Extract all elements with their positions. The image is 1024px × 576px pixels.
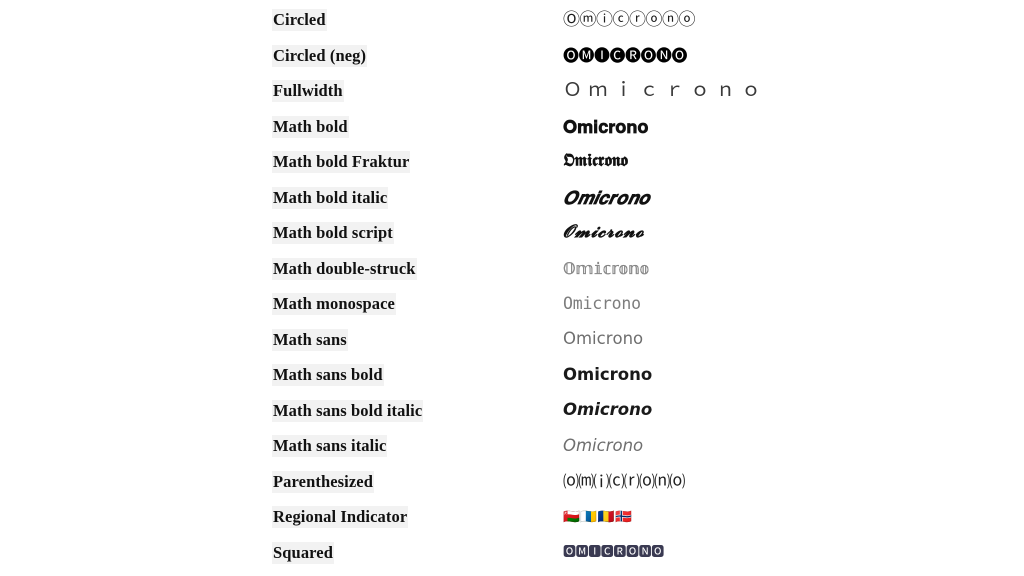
variant-sample-text[interactable]: 𝙊𝙢𝙞𝙘𝙧𝙤𝙣𝙤 — [563, 400, 652, 421]
variant-row: Math sans bold 𝗢𝗺𝗶𝗰𝗿𝗼𝗻𝗼 — [0, 358, 1024, 394]
variant-sample-cell[interactable]: Ｏｍｉｃｒｏｎｏ — [563, 74, 767, 110]
variant-row: Parenthesized ⒪⒨⒤⒞⒭⒪⒩⒪ — [0, 464, 1024, 500]
variant-row: Math bold script 𝓞𝓶𝓲𝓬𝓻𝓸𝓷𝓸 — [0, 216, 1024, 252]
variant-name-label: Circled — [272, 9, 327, 32]
variant-row: Squared 🅾🅼🅸🅲🆁🅾🅽🅾 — [0, 535, 1024, 571]
variant-sample-cell[interactable]: 𝕆𝕞𝕚𝕔𝕣𝕠𝕟𝕠 — [563, 251, 650, 287]
variant-name-label: Parenthesized — [272, 470, 374, 493]
variant-sample-cell[interactable]: 𝖮𝗆𝗂𝖼𝗋𝗈𝗇𝗈 — [563, 322, 643, 358]
variant-sample-cell[interactable]: 𝙾𝚖𝚒𝚌𝚛𝚘𝚗𝚘 — [563, 287, 641, 323]
variant-sample-cell[interactable]: 𝘖𝘮𝘪𝘤𝘳𝘰𝘯𝘰 — [563, 429, 643, 465]
variant-sample-text[interactable]: 𝗢𝗺𝗶𝗰𝗿𝗼𝗻𝗼 — [563, 365, 652, 386]
variant-sample-cell[interactable]: 🅾🅼🅸🅲🆁🅾🅽🅾 — [563, 535, 664, 571]
variant-sample-text[interactable]: 𝕺𝖒𝖎𝖈𝖗𝖔𝖓𝖔 — [563, 151, 628, 173]
variant-sample-text[interactable]: 𝕆𝕞𝕚𝕔𝕣𝕠𝕟𝕠 — [563, 259, 650, 279]
variant-sample-text[interactable]: 🇴🇲🇮🇨🇷🇴🇳🇴 — [563, 509, 633, 526]
variant-sample-cell[interactable]: 𝙊𝙢𝙞𝙘𝙧𝙤𝙣𝙤 — [563, 393, 652, 429]
variant-name-cell: Circled — [272, 3, 327, 39]
variant-row: Math bold italic 𝑶𝒎𝒊𝒄𝒓𝒐𝒏𝒐 — [0, 180, 1024, 216]
variant-name-label: Regional Indicator — [272, 506, 409, 529]
variant-sample-text[interactable]: 𝙾𝚖𝚒𝚌𝚛𝚘𝚗𝚘 — [563, 294, 641, 315]
variant-sample-cell[interactable]: 𝕺𝖒𝖎𝖈𝖗𝖔𝖓𝖔 — [563, 145, 630, 181]
variant-row: Circled (neg) 🅞🅜🅘🅒🅡🅞🅝🅞 — [0, 38, 1024, 74]
variant-name-label: Squared — [272, 541, 335, 564]
variant-sample-cell[interactable]: 🇴🇲🇮🇨🇷🇴🇳🇴 — [563, 500, 633, 536]
variant-name-cell: Regional Indicator — [272, 500, 409, 536]
variant-name-cell: Math bold script — [272, 216, 394, 252]
variant-name-cell: Math bold Fraktur — [272, 145, 411, 181]
variant-name-cell: Math sans italic — [272, 429, 388, 465]
variant-sample-text[interactable]: 🅞🅜🅘🅒🅡🅞🅝🅞 — [563, 46, 688, 66]
variant-row: Math bold Fraktur 𝕺𝖒𝖎𝖈𝖗𝖔𝖓𝖔 — [0, 145, 1024, 181]
variant-sample-cell[interactable]: 𝗢𝗺𝗶𝗰𝗿𝗼𝗻𝗼 — [563, 358, 652, 394]
variant-name-cell: Math bold italic — [272, 180, 389, 216]
variant-row: Math sans bold italic 𝙊𝙢𝙞𝙘𝙧𝙤𝙣𝙤 — [0, 393, 1024, 429]
variant-sample-cell[interactable]: 𝐎𝐦𝐢𝐜𝐫𝐨𝐧𝐨 — [563, 109, 648, 145]
variant-sample-cell[interactable]: Ⓞⓜⓘⓒⓡⓞⓝⓞ — [563, 3, 696, 39]
variant-name-label: Math bold Fraktur — [272, 151, 411, 174]
variant-sample-text[interactable]: 𝑶𝒎𝒊𝒄𝒓𝒐𝒏𝒐 — [563, 187, 649, 210]
variant-name-cell: Fullwidth — [272, 74, 344, 110]
variant-sample-cell[interactable]: 🅞🅜🅘🅒🅡🅞🅝🅞 — [563, 38, 688, 74]
variant-name-label: Fullwidth — [272, 80, 344, 103]
variant-name-cell: Math double-struck — [272, 251, 417, 287]
variant-row: Regional Indicator 🇴🇲🇮🇨🇷🇴🇳🇴 — [0, 500, 1024, 536]
variant-row: Fullwidth Ｏｍｉｃｒｏｎｏ — [0, 74, 1024, 110]
variant-name-cell: Math sans bold italic — [272, 393, 424, 429]
text-variant-table: Circled Ⓞⓜⓘⓒⓡⓞⓝⓞ Circled (neg) 🅞🅜🅘🅒🅡🅞🅝🅞 Full… — [0, 0, 1024, 576]
variant-name-label: Math sans bold — [272, 364, 384, 387]
variant-row: Circled Ⓞⓜⓘⓒⓡⓞⓝⓞ — [0, 3, 1024, 39]
variant-name-cell: Math bold — [272, 109, 349, 145]
variant-name-label: Math sans italic — [272, 435, 388, 458]
variant-row: Math monospace 𝙾𝚖𝚒𝚌𝚛𝚘𝚗𝚘 — [0, 287, 1024, 323]
variant-name-label: Math bold script — [272, 222, 394, 245]
variant-name-label: Math bold — [272, 115, 349, 138]
variant-name-label: Math sans — [272, 328, 348, 351]
variant-name-label: Math sans bold italic — [272, 399, 424, 422]
variant-name-label: Circled (neg) — [272, 44, 368, 67]
variant-row: Math sans italic 𝘖𝘮𝘪𝘤𝘳𝘰𝘯𝘰 — [0, 429, 1024, 465]
variant-name-cell: Squared — [272, 535, 335, 571]
variant-sample-text[interactable]: 𝖮𝗆𝗂𝖼𝗋𝗈𝗇𝗈 — [563, 329, 643, 350]
variant-name-label: Math bold italic — [272, 186, 389, 209]
variant-name-label: Math double-struck — [272, 257, 417, 280]
variant-row: Math bold 𝐎𝐦𝐢𝐜𝐫𝐨𝐧𝐨 — [0, 109, 1024, 145]
variant-sample-cell[interactable]: ⒪⒨⒤⒞⒭⒪⒩⒪ — [563, 464, 685, 500]
variant-sample-text[interactable]: 𝐎𝐦𝐢𝐜𝐫𝐨𝐧𝐨 — [563, 116, 648, 139]
variant-row: Math sans 𝖮𝗆𝗂𝖼𝗋𝗈𝗇𝗈 — [0, 322, 1024, 358]
variant-name-cell: Math monospace — [272, 287, 396, 323]
variant-name-cell: Circled (neg) — [272, 38, 368, 74]
variant-name-cell: Math sans bold — [272, 358, 384, 394]
variant-sample-text[interactable]: 𝘖𝘮𝘪𝘤𝘳𝘰𝘯𝘰 — [563, 436, 643, 457]
variant-name-cell: Parenthesized — [272, 464, 374, 500]
variant-sample-text[interactable]: ⒪⒨⒤⒞⒭⒪⒩⒪ — [563, 472, 685, 492]
variant-sample-cell[interactable]: 𝑶𝒎𝒊𝒄𝒓𝒐𝒏𝒐 — [563, 180, 649, 216]
variant-name-label: Math monospace — [272, 293, 396, 316]
variant-name-cell: Math sans — [272, 322, 348, 358]
variant-sample-text[interactable]: 🅾🅼🅸🅲🆁🅾🅽🅾 — [563, 545, 664, 561]
variant-sample-cell[interactable]: 𝓞𝓶𝓲𝓬𝓻𝓸𝓷𝓸 — [563, 216, 644, 252]
variant-sample-text[interactable]: 𝓞𝓶𝓲𝓬𝓻𝓸𝓷𝓸 — [563, 222, 644, 244]
variant-sample-text[interactable]: Ｏｍｉｃｒｏｎｏ — [563, 79, 767, 103]
variant-row: Math double-struck 𝕆𝕞𝕚𝕔𝕣𝕠𝕟𝕠 — [0, 251, 1024, 287]
variant-sample-text[interactable]: Ⓞⓜⓘⓒⓡⓞⓝⓞ — [563, 10, 696, 31]
